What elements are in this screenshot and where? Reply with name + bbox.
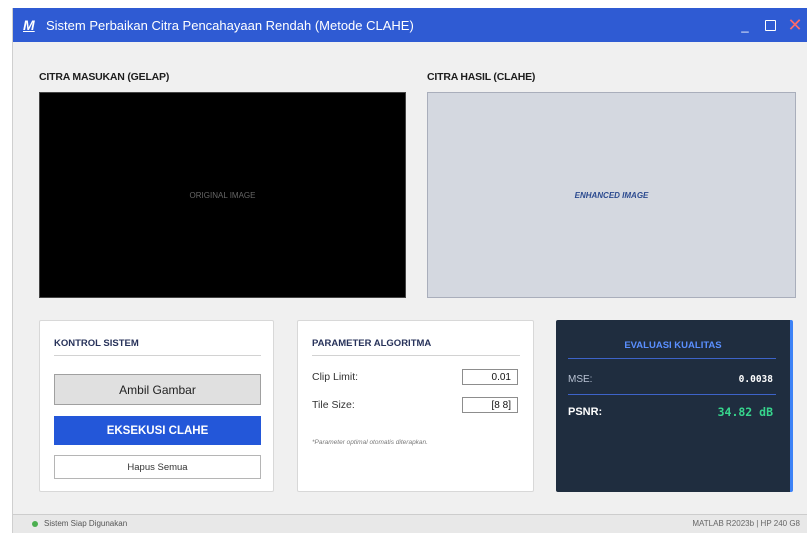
enhanced-image-placeholder: ENHANCED IMAGE	[574, 190, 649, 200]
matlab-logo-icon: M	[23, 17, 35, 33]
app-window: M Sistem Perbaikan Citra Pencahayaan Ren…	[12, 8, 807, 533]
maximize-icon[interactable]	[759, 14, 781, 36]
status-dot-icon	[32, 521, 38, 527]
minimize-icon[interactable]: _	[734, 14, 756, 36]
evaluasi-kualitas-card: EVALUASI KUALITAS MSE: 0.0038 PSNR: 34.8…	[556, 320, 793, 492]
eksekusi-clahe-button[interactable]: EKSEKUSI CLAHE	[54, 416, 261, 445]
clip-limit-label: Clip Limit:	[312, 371, 359, 383]
evaluasi-title: EVALUASI KUALITAS	[624, 340, 722, 351]
output-image-label: CITRA HASIL (CLAHE)	[427, 71, 536, 83]
window-controls: _ ✕	[731, 8, 807, 42]
kontrol-divider	[54, 355, 261, 356]
kontrol-sistem-card: KONTROL SISTEM Ambil Gambar EKSEKUSI CLA…	[39, 320, 274, 492]
clip-limit-field[interactable]	[462, 369, 518, 385]
enhanced-image-panel: ENHANCED IMAGE	[427, 92, 796, 298]
system-info: MATLAB R2023b | HP 240 G8	[692, 519, 800, 528]
kontrol-title: KONTROL SISTEM	[54, 338, 139, 349]
close-icon[interactable]: ✕	[784, 14, 806, 36]
parameter-divider	[312, 355, 520, 356]
input-image-label: CITRA MASUKAN (GELAP)	[39, 71, 170, 83]
parameter-note: *Parameter optimal otomatis diterapkan.	[312, 439, 428, 446]
psnr-label: PSNR:	[568, 406, 603, 418]
mse-label: MSE:	[568, 374, 593, 385]
psnr-value: 34.82 dB	[717, 405, 773, 419]
hapus-semua-button[interactable]: Hapus Semua	[54, 455, 261, 479]
tile-size-field[interactable]	[462, 397, 518, 413]
window-title: Sistem Perbaikan Citra Pencahayaan Renda…	[46, 17, 414, 33]
evaluasi-divider-top	[568, 358, 776, 359]
ambil-gambar-button[interactable]: Ambil Gambar	[54, 374, 261, 405]
title-bar: M Sistem Perbaikan Citra Pencahayaan Ren…	[13, 8, 807, 42]
mse-value: 0.0038	[738, 374, 773, 385]
parameter-title: PARAMETER ALGORITMA	[312, 338, 432, 349]
tile-size-label: Tile Size:	[312, 399, 355, 411]
original-image-placeholder: ORIGINAL IMAGE	[189, 190, 256, 200]
parameter-algoritma-card: PARAMETER ALGORITMA Clip Limit: Tile Siz…	[297, 320, 534, 492]
evaluasi-divider-mid	[568, 394, 776, 395]
original-image-panel: ORIGINAL IMAGE	[39, 92, 406, 298]
status-text: Sistem Siap Digunakan	[44, 519, 128, 528]
status-bar: Sistem Siap Digunakan MATLAB R2023b | HP…	[13, 514, 807, 533]
